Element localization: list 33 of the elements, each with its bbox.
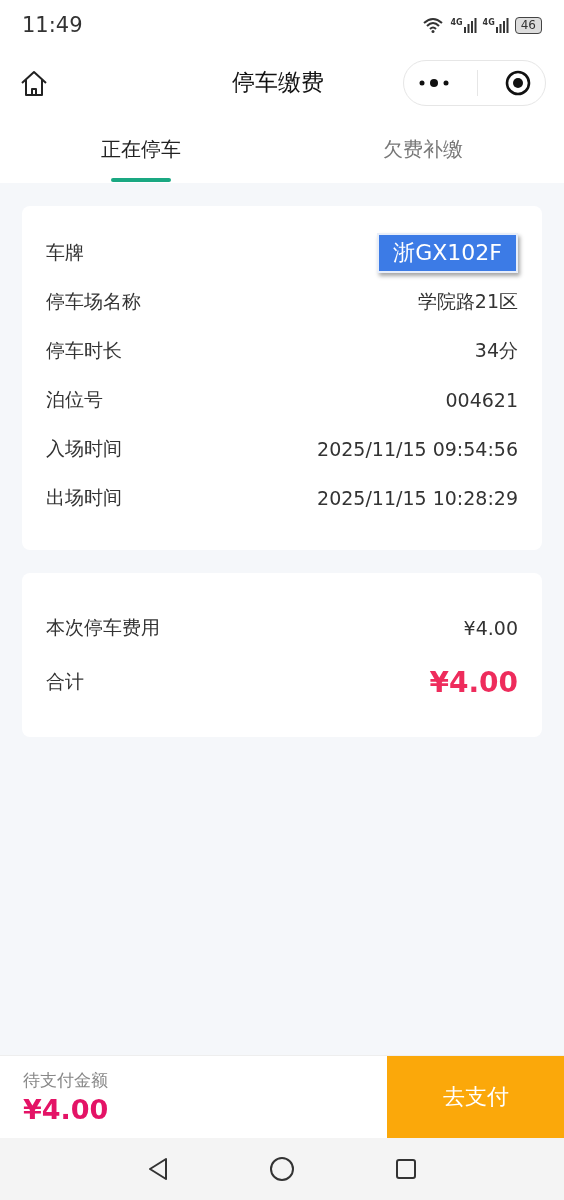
back-icon[interactable]: [147, 1157, 169, 1181]
total-amount: ¥4.00: [429, 665, 518, 699]
network-label: 4G: [482, 17, 495, 27]
amount-due: ¥4.00: [23, 1094, 110, 1125]
detail-value: 34分: [474, 337, 518, 363]
amount-due-label: 待支付金额: [23, 1069, 109, 1092]
battery-level: 46: [514, 16, 542, 34]
fee-label: 合计: [46, 669, 84, 694]
detail-value: 学院路21区: [417, 288, 518, 314]
signal-icon: [495, 17, 509, 33]
tab[interactable]: 欠费补缴: [282, 115, 564, 183]
tab[interactable]: 正在停车: [0, 115, 282, 183]
detail-value: 2025/11/15 10:28:29: [317, 486, 518, 509]
fee-label: 本次停车费用: [46, 615, 160, 640]
fee-amount: ¥4.00: [463, 617, 518, 639]
recents-icon[interactable]: [395, 1158, 417, 1180]
detail-value: 004621: [445, 388, 518, 411]
detail-label: 入场时间: [46, 435, 122, 461]
detail-label: 停车时长: [46, 337, 122, 363]
license-plate: 浙GX102F: [377, 232, 518, 273]
status-time: 11:49: [22, 13, 83, 37]
home-icon[interactable]: [269, 1156, 295, 1182]
page-title: 停车缴费: [230, 68, 325, 97]
detail-value: 2025/11/15 09:54:56: [317, 437, 518, 460]
detail-label: 车牌: [46, 239, 84, 265]
more-icon[interactable]: [417, 77, 450, 88]
home-icon[interactable]: [20, 69, 48, 96]
signal-icon: [463, 17, 477, 33]
detail-label: 泊位号: [46, 386, 103, 412]
wifi-icon: [422, 17, 445, 33]
detail-label: 出场时间: [46, 484, 122, 510]
network-label: 4G: [450, 17, 463, 27]
detail-label: 停车场名称: [46, 288, 141, 314]
